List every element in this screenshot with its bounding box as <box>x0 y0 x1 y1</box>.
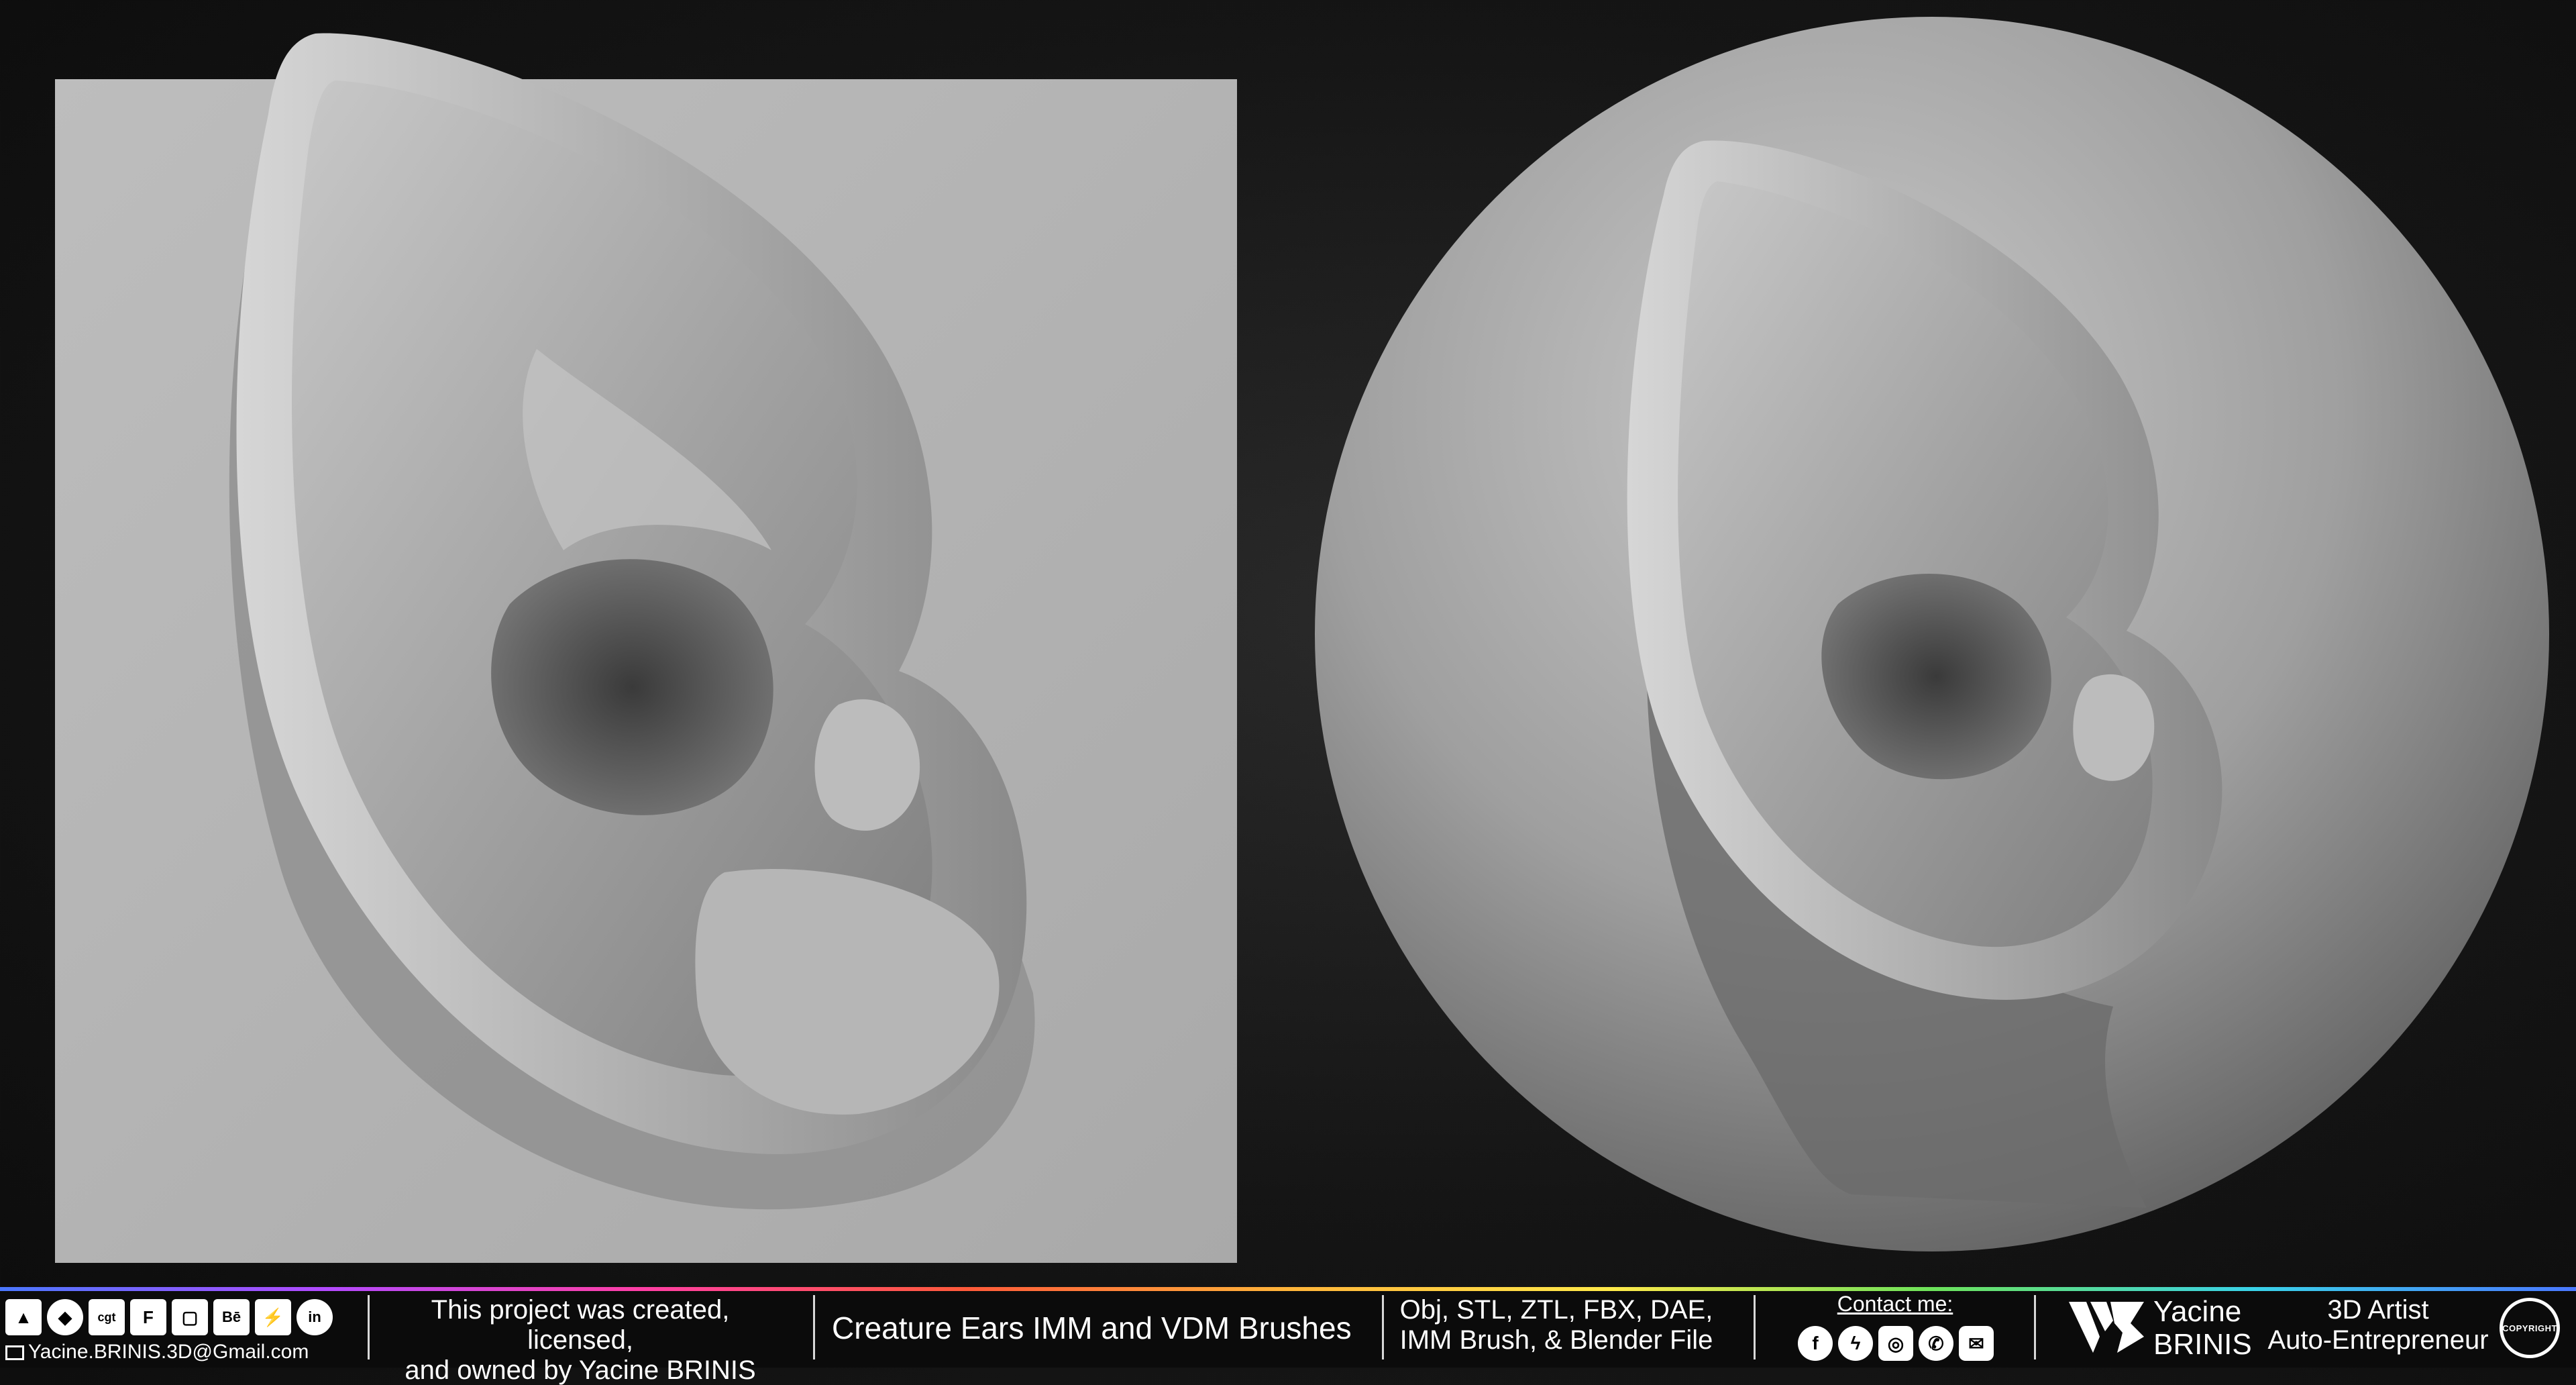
right-panel-render <box>1315 17 2549 1251</box>
left-panel-render <box>55 33 1237 1263</box>
whatsapp-icon[interactable]: ✆ <box>1919 1326 1953 1361</box>
copyright-badge-text: COPYRIGHT <box>2502 1323 2557 1333</box>
ownership-note: This project was created, licensed, and … <box>386 1295 775 1385</box>
ownership-line-2: and owned by Yacine BRINIS <box>405 1355 756 1385</box>
separator-4 <box>1754 1295 1756 1360</box>
separator-3 <box>1382 1295 1384 1360</box>
role-line-2: Auto-Entrepreneur <box>2267 1325 2489 1355</box>
product-title: Creature Ears IMM and VDM Brushes <box>832 1311 1352 1345</box>
formats-line-1: Obj, STL, ZTL, FBX, DAE, <box>1399 1295 1713 1325</box>
separator-1 <box>368 1295 370 1360</box>
artstation-icon[interactable]: ▲ <box>5 1299 42 1335</box>
mail-icon <box>5 1345 24 1361</box>
contact-label: Contact me: <box>1837 1292 1953 1316</box>
separator-2 <box>813 1295 815 1360</box>
turbosquid-icon[interactable]: ▢ <box>172 1299 208 1335</box>
behance-icon[interactable]: Bē <box>213 1299 250 1335</box>
fab-icon[interactable]: F <box>130 1299 166 1335</box>
linkedin-icon[interactable]: in <box>297 1299 333 1335</box>
sphere-ear-tragus <box>2073 674 2155 781</box>
formats-line-2: IMM Brush, & Blender File <box>1399 1325 1713 1355</box>
author-logo-icon <box>2069 1302 2144 1353</box>
contact-icons: f ϟ ◎ ✆ ✉ <box>1798 1326 1994 1361</box>
facebook-icon[interactable]: f <box>1798 1326 1833 1361</box>
author-name: Yacine BRINIS <box>2153 1295 2254 1362</box>
author-last-name: BRINIS <box>2153 1328 2252 1362</box>
author-role: 3D Artist Auto-Entrepreneur <box>2267 1295 2489 1355</box>
social-icons: ▲ ◆ cgt F ▢ Bē ⚡ in <box>5 1299 333 1335</box>
email-row[interactable]: Yacine.BRINIS.3D@Gmail.com <box>5 1341 309 1364</box>
copyright-badge: COPYRIGHT <box>2500 1298 2560 1358</box>
mail-icon[interactable]: ✉ <box>1959 1326 1994 1361</box>
blendermarket-icon[interactable]: ⚡ <box>255 1299 291 1335</box>
footer-bar: ▲ ◆ cgt F ▢ Bē ⚡ in Yacine.BRINIS.3D@Gma… <box>0 1287 2576 1385</box>
role-line-1: 3D Artist <box>2327 1295 2429 1325</box>
cgtrader-icon[interactable]: cgt <box>89 1299 125 1335</box>
author-first-name: Yacine <box>2153 1295 2242 1328</box>
separator-5 <box>2034 1295 2036 1360</box>
ownership-line-1: This project was created, licensed, <box>431 1295 730 1355</box>
messenger-icon[interactable]: ϟ <box>1838 1326 1873 1361</box>
renders-canvas <box>55 17 2549 1263</box>
sketchfab-icon[interactable]: ◆ <box>47 1299 83 1335</box>
render-stage <box>0 0 2576 1287</box>
email-text: Yacine.BRINIS.3D@Gmail.com <box>28 1341 309 1363</box>
rainbow-divider <box>0 1287 2576 1291</box>
formats-note: Obj, STL, ZTL, FBX, DAE, IMM Brush, & Bl… <box>1395 1295 1717 1355</box>
instagram-icon[interactable]: ◎ <box>1878 1326 1913 1361</box>
